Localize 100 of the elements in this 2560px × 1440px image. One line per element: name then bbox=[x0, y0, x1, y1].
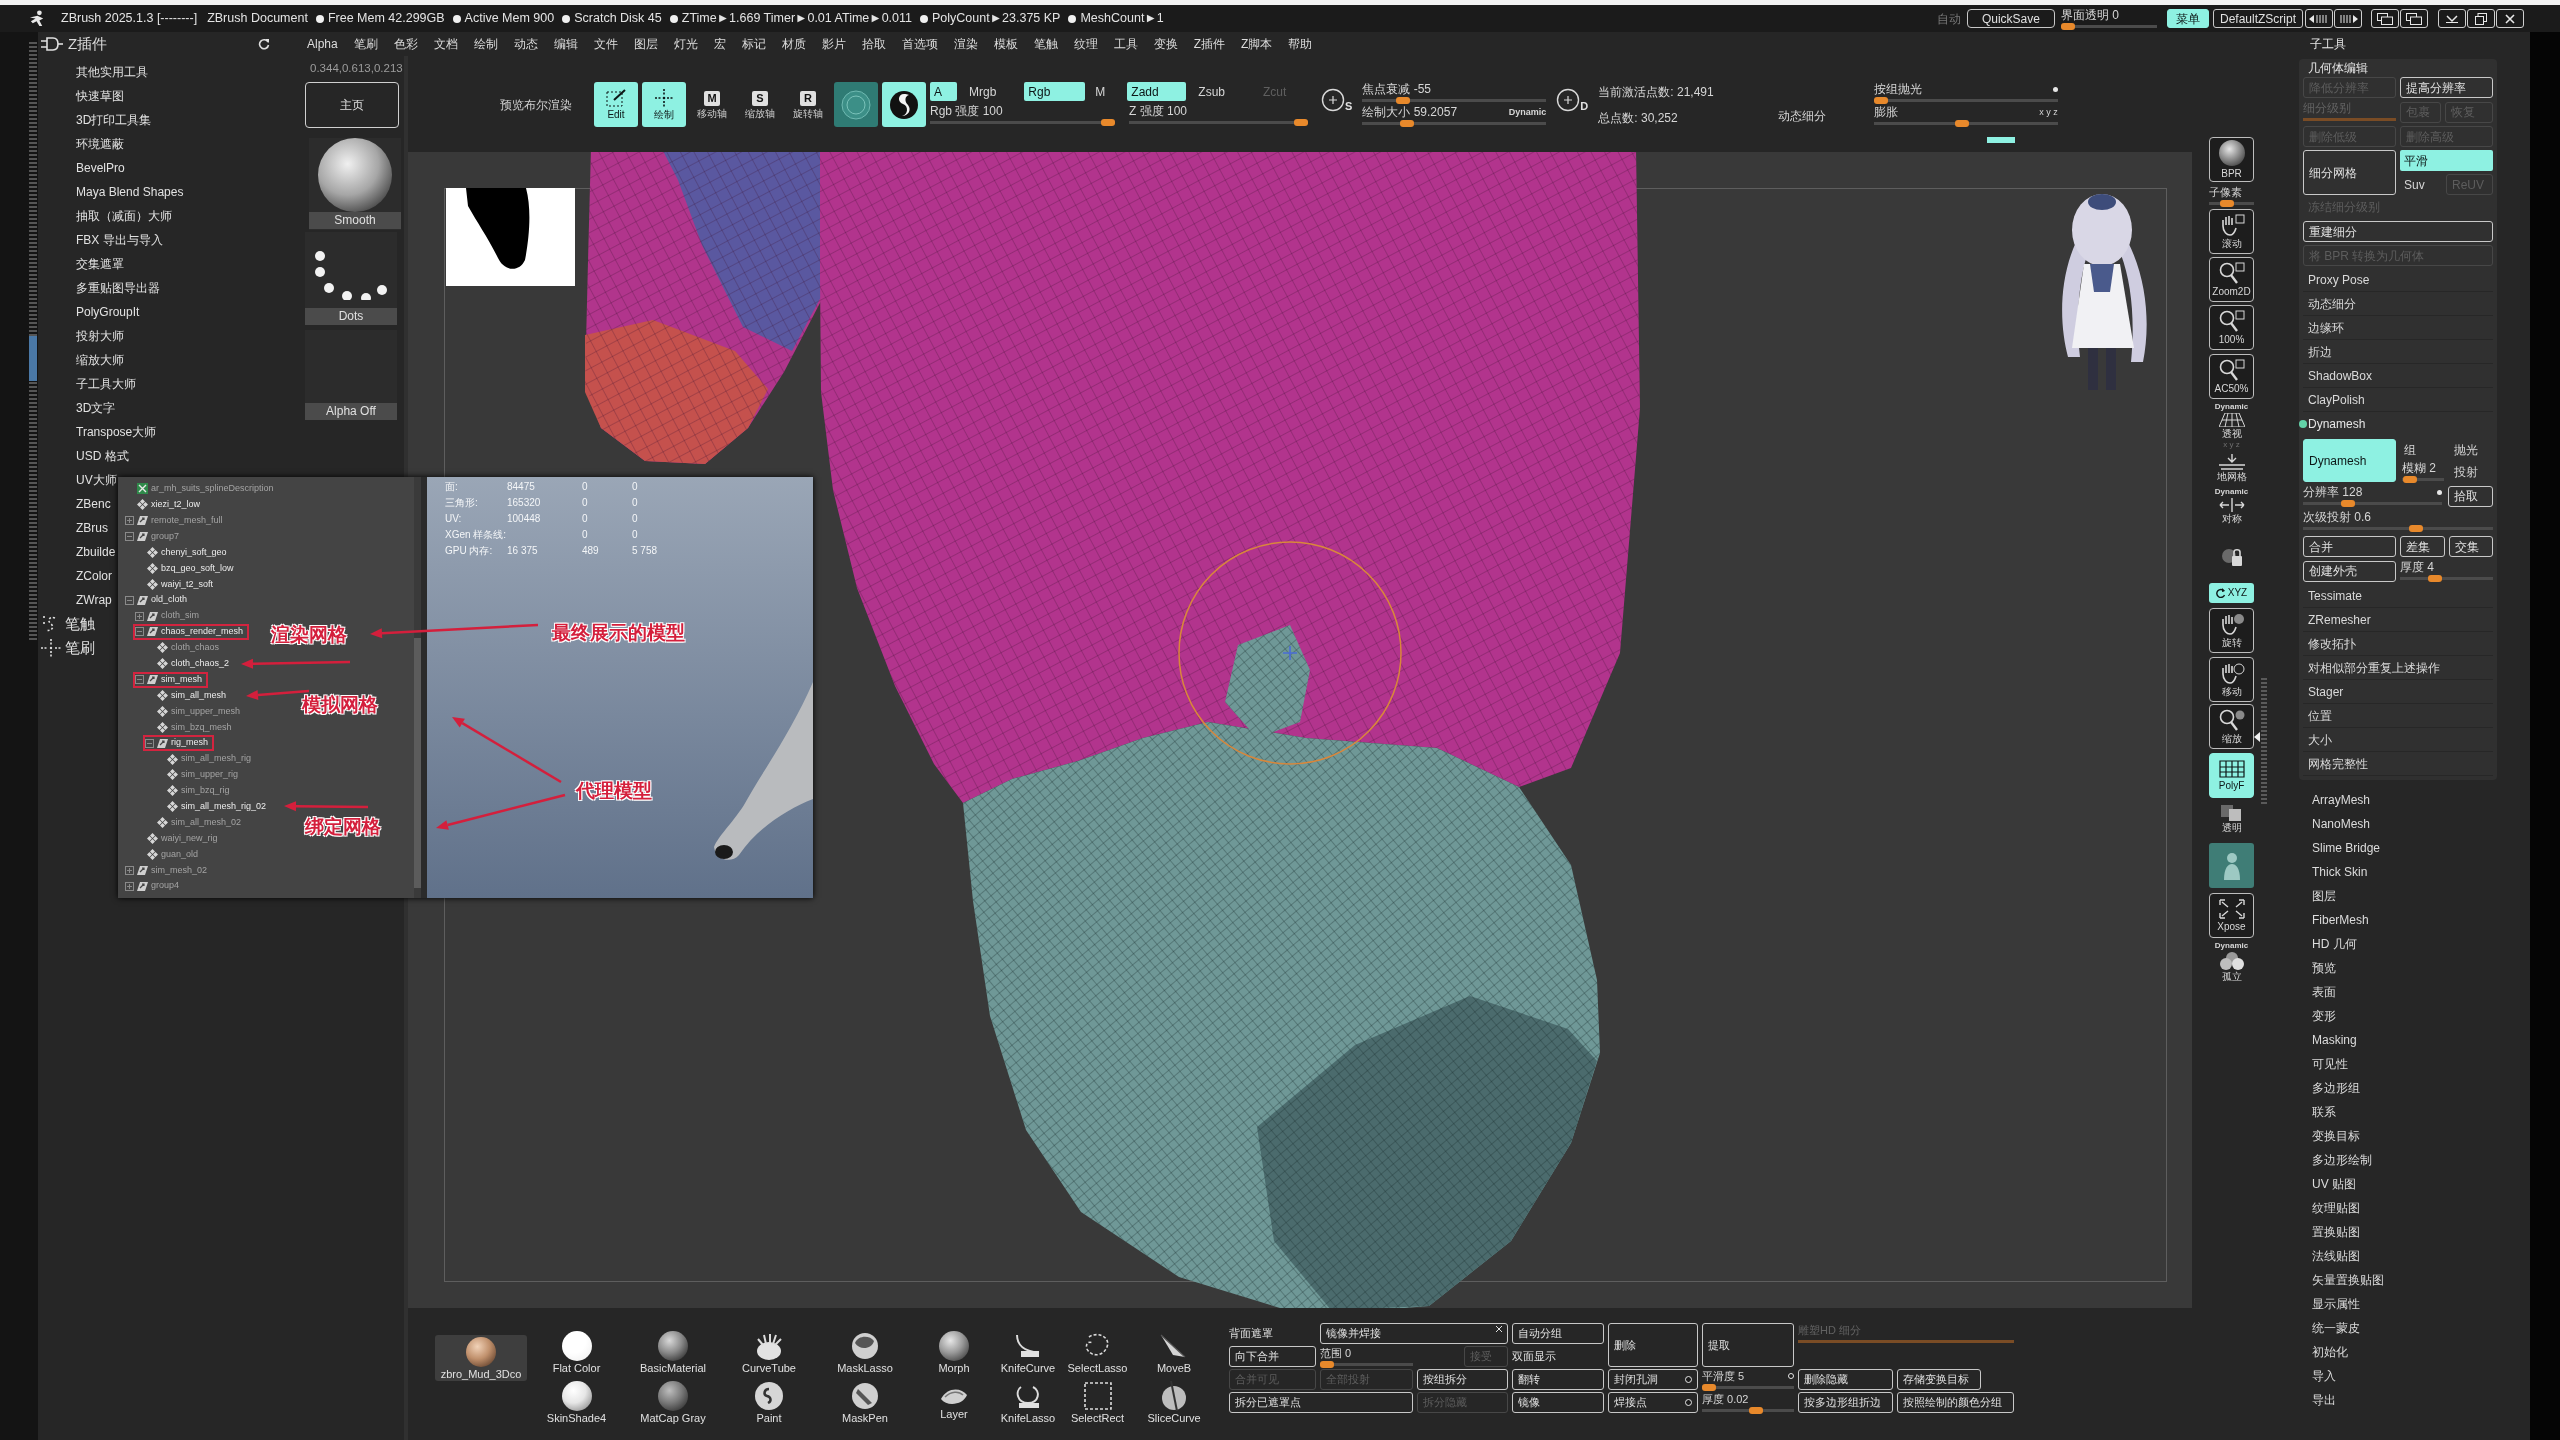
shelf-item[interactable]: Flat Color bbox=[528, 1329, 625, 1375]
scrollbar[interactable] bbox=[414, 477, 421, 898]
menu-item[interactable]: 影片 bbox=[821, 35, 846, 53]
menu-item[interactable]: 动态 bbox=[513, 35, 538, 53]
menu-item[interactable]: 交集遮罩 bbox=[76, 252, 124, 276]
menu-item[interactable]: PolyGroupIt bbox=[76, 300, 140, 324]
slider-thumb[interactable] bbox=[1101, 119, 1115, 126]
slider-track[interactable] bbox=[1320, 1360, 1413, 1368]
menu-item[interactable]: Zbuilde bbox=[76, 540, 116, 564]
create-shell-button[interactable]: 创建外壳 bbox=[2303, 560, 2396, 582]
intersect-button[interactable]: 交集 bbox=[2449, 536, 2493, 557]
menu-item[interactable]: 文档 bbox=[433, 35, 458, 53]
menu-item[interactable]: 编辑 bbox=[553, 35, 578, 53]
brush-tile[interactable]: Smooth bbox=[309, 138, 401, 230]
home-button[interactable]: 主页 bbox=[305, 82, 399, 128]
shelf-item[interactable]: MaskLasso bbox=[817, 1329, 913, 1375]
menu-item[interactable]: 变换 bbox=[1153, 35, 1178, 53]
menu-item[interactable]: 绘制 bbox=[473, 35, 498, 53]
menu-toggle-button[interactable]: 菜单 bbox=[2166, 9, 2209, 28]
mesh-button[interactable]: 提取 bbox=[1702, 1323, 1794, 1367]
palette-item[interactable]: 变换目标 bbox=[2312, 1124, 2360, 1148]
channel-toggle[interactable]: Mrgb bbox=[965, 82, 1001, 101]
tree-item[interactable]: guan_old bbox=[133, 846, 205, 863]
shelf-item[interactable]: SelectLasso bbox=[1061, 1329, 1134, 1375]
shelf-item[interactable]: Paint bbox=[721, 1379, 817, 1425]
button[interactable]: 重建细分 bbox=[2303, 221, 2493, 242]
dynamesh-button[interactable]: Dynamesh bbox=[2303, 439, 2396, 482]
palette-item[interactable]: UV 贴图 bbox=[2312, 1172, 2356, 1196]
dock-right-button[interactable] bbox=[2400, 9, 2428, 28]
slider-thumb[interactable] bbox=[2408, 525, 2423, 532]
menu-item[interactable]: FBX 导出与导入 bbox=[76, 228, 163, 252]
tree-item[interactable]: group7 bbox=[123, 528, 186, 545]
menu-item[interactable]: ZRemesher bbox=[2303, 608, 2493, 632]
channel-toggle[interactable]: Zadd bbox=[1127, 82, 1187, 101]
tree-item[interactable]: cloth_sim bbox=[133, 608, 205, 625]
shelf-item[interactable]: CurveTube bbox=[721, 1329, 817, 1375]
tree-item[interactable]: chaos_render_mesh bbox=[133, 623, 250, 640]
menu-item[interactable]: 边缘环 bbox=[2303, 316, 2493, 340]
menu-item[interactable]: 材质 bbox=[781, 35, 806, 53]
shelf-item[interactable]: MatCap Gray bbox=[625, 1379, 721, 1425]
menu-item[interactable]: 快速草图 bbox=[76, 84, 124, 108]
channel-toggle[interactable]: A bbox=[930, 82, 957, 101]
mesh-button[interactable]: 存储变换目标 bbox=[1897, 1369, 1981, 1390]
palette-item[interactable]: 多边形组 bbox=[2312, 1076, 2360, 1100]
dock-left-button[interactable] bbox=[2371, 9, 2399, 28]
mesh-button[interactable]: 自动分组 bbox=[1512, 1323, 1604, 1344]
mesh-button[interactable]: 镜像 bbox=[1512, 1392, 1604, 1413]
view-button[interactable]: BPR bbox=[2209, 137, 2254, 182]
menu-item[interactable]: BevelPro bbox=[76, 156, 125, 180]
tool-button[interactable]: Edit bbox=[594, 82, 638, 127]
menu-item[interactable]: ShadowBox bbox=[2303, 364, 2493, 388]
shelf-item[interactable]: MoveB bbox=[1134, 1329, 1214, 1375]
tree-item[interactable]: sim_mesh_02 bbox=[123, 862, 214, 879]
shelf-item[interactable]: zbro_Mud_3Dco bbox=[435, 1335, 527, 1381]
palette-item[interactable]: 导入 bbox=[2312, 1364, 2336, 1388]
mesh-button[interactable]: 封闭孔洞 bbox=[1608, 1369, 1698, 1390]
subtract-button[interactable]: 差集 bbox=[2400, 536, 2445, 557]
add-button[interactable]: 合并 bbox=[2303, 536, 2396, 557]
slider-thumb[interactable] bbox=[1748, 1406, 1763, 1414]
view-button[interactable]: AC50% bbox=[2209, 354, 2254, 399]
palette-item[interactable]: 法线贴图 bbox=[2312, 1244, 2360, 1268]
menu-item[interactable]: 缩放大师 bbox=[76, 348, 124, 372]
menu-item[interactable]: 修改拓扑 bbox=[2303, 632, 2493, 656]
minimize-button[interactable] bbox=[2438, 9, 2466, 28]
palette-item[interactable]: 变形 bbox=[2312, 1004, 2336, 1028]
dynamic-subdiv-button[interactable]: 动态细分 bbox=[1777, 107, 1826, 125]
view-button[interactable]: 100% bbox=[2209, 305, 2254, 350]
tree-item[interactable]: sim_all_mesh bbox=[143, 687, 233, 704]
tree-item[interactable]: cloth_chaos bbox=[143, 639, 226, 656]
mesh-button[interactable]: 向下合并 bbox=[1229, 1346, 1316, 1367]
menu-item[interactable]: 帮助 bbox=[1288, 35, 1313, 53]
mesh-button[interactable]: 按组拆分 bbox=[1417, 1369, 1508, 1390]
slider-thumb[interactable] bbox=[1955, 120, 1970, 127]
tree-item[interactable]: sim_upper_mesh bbox=[143, 703, 247, 720]
menu-item[interactable]: 3D打印工具集 bbox=[76, 108, 152, 132]
palette-item[interactable]: 表面 bbox=[2312, 980, 2336, 1004]
menu-item[interactable]: 笔刷 bbox=[353, 35, 378, 53]
menu-item[interactable]: Stager bbox=[2303, 680, 2493, 704]
shelf-left-button[interactable] bbox=[2305, 9, 2333, 28]
palette-item[interactable]: Thick Skin bbox=[2312, 860, 2368, 884]
menu-item[interactable]: 大小 bbox=[2303, 728, 2493, 752]
slider-thumb[interactable] bbox=[2403, 476, 2418, 483]
slider-thumb[interactable] bbox=[2340, 500, 2355, 507]
tool-button[interactable]: 绘制 bbox=[642, 82, 686, 127]
menu-item[interactable]: 对相似部分重复上述操作 bbox=[2303, 656, 2493, 680]
menu-item[interactable]: 投射大师 bbox=[76, 324, 124, 348]
menu-item[interactable]: 3D文字 bbox=[76, 396, 116, 420]
menu-item[interactable]: ZColor bbox=[76, 564, 112, 588]
toggle-button[interactable]: 投射 bbox=[2450, 461, 2482, 482]
menu-item[interactable]: 纹理 bbox=[1073, 35, 1098, 53]
palette-item[interactable]: NanoMesh bbox=[2312, 812, 2371, 836]
view-button[interactable]: Xpose bbox=[2209, 893, 2254, 938]
view-button[interactable]: 透明 bbox=[2209, 805, 2254, 833]
pick-button[interactable]: 拾取 bbox=[2448, 485, 2493, 507]
view-button[interactable]: PolyF bbox=[2209, 753, 2254, 798]
palette-item[interactable]: 多边形绘制 bbox=[2312, 1148, 2372, 1172]
view-button[interactable]: 缩放 bbox=[2209, 704, 2254, 749]
toggle-button[interactable]: Suv bbox=[2400, 174, 2429, 195]
scroll-thumb[interactable] bbox=[414, 638, 421, 888]
channel-toggle[interactable]: Zsub bbox=[1194, 82, 1230, 101]
